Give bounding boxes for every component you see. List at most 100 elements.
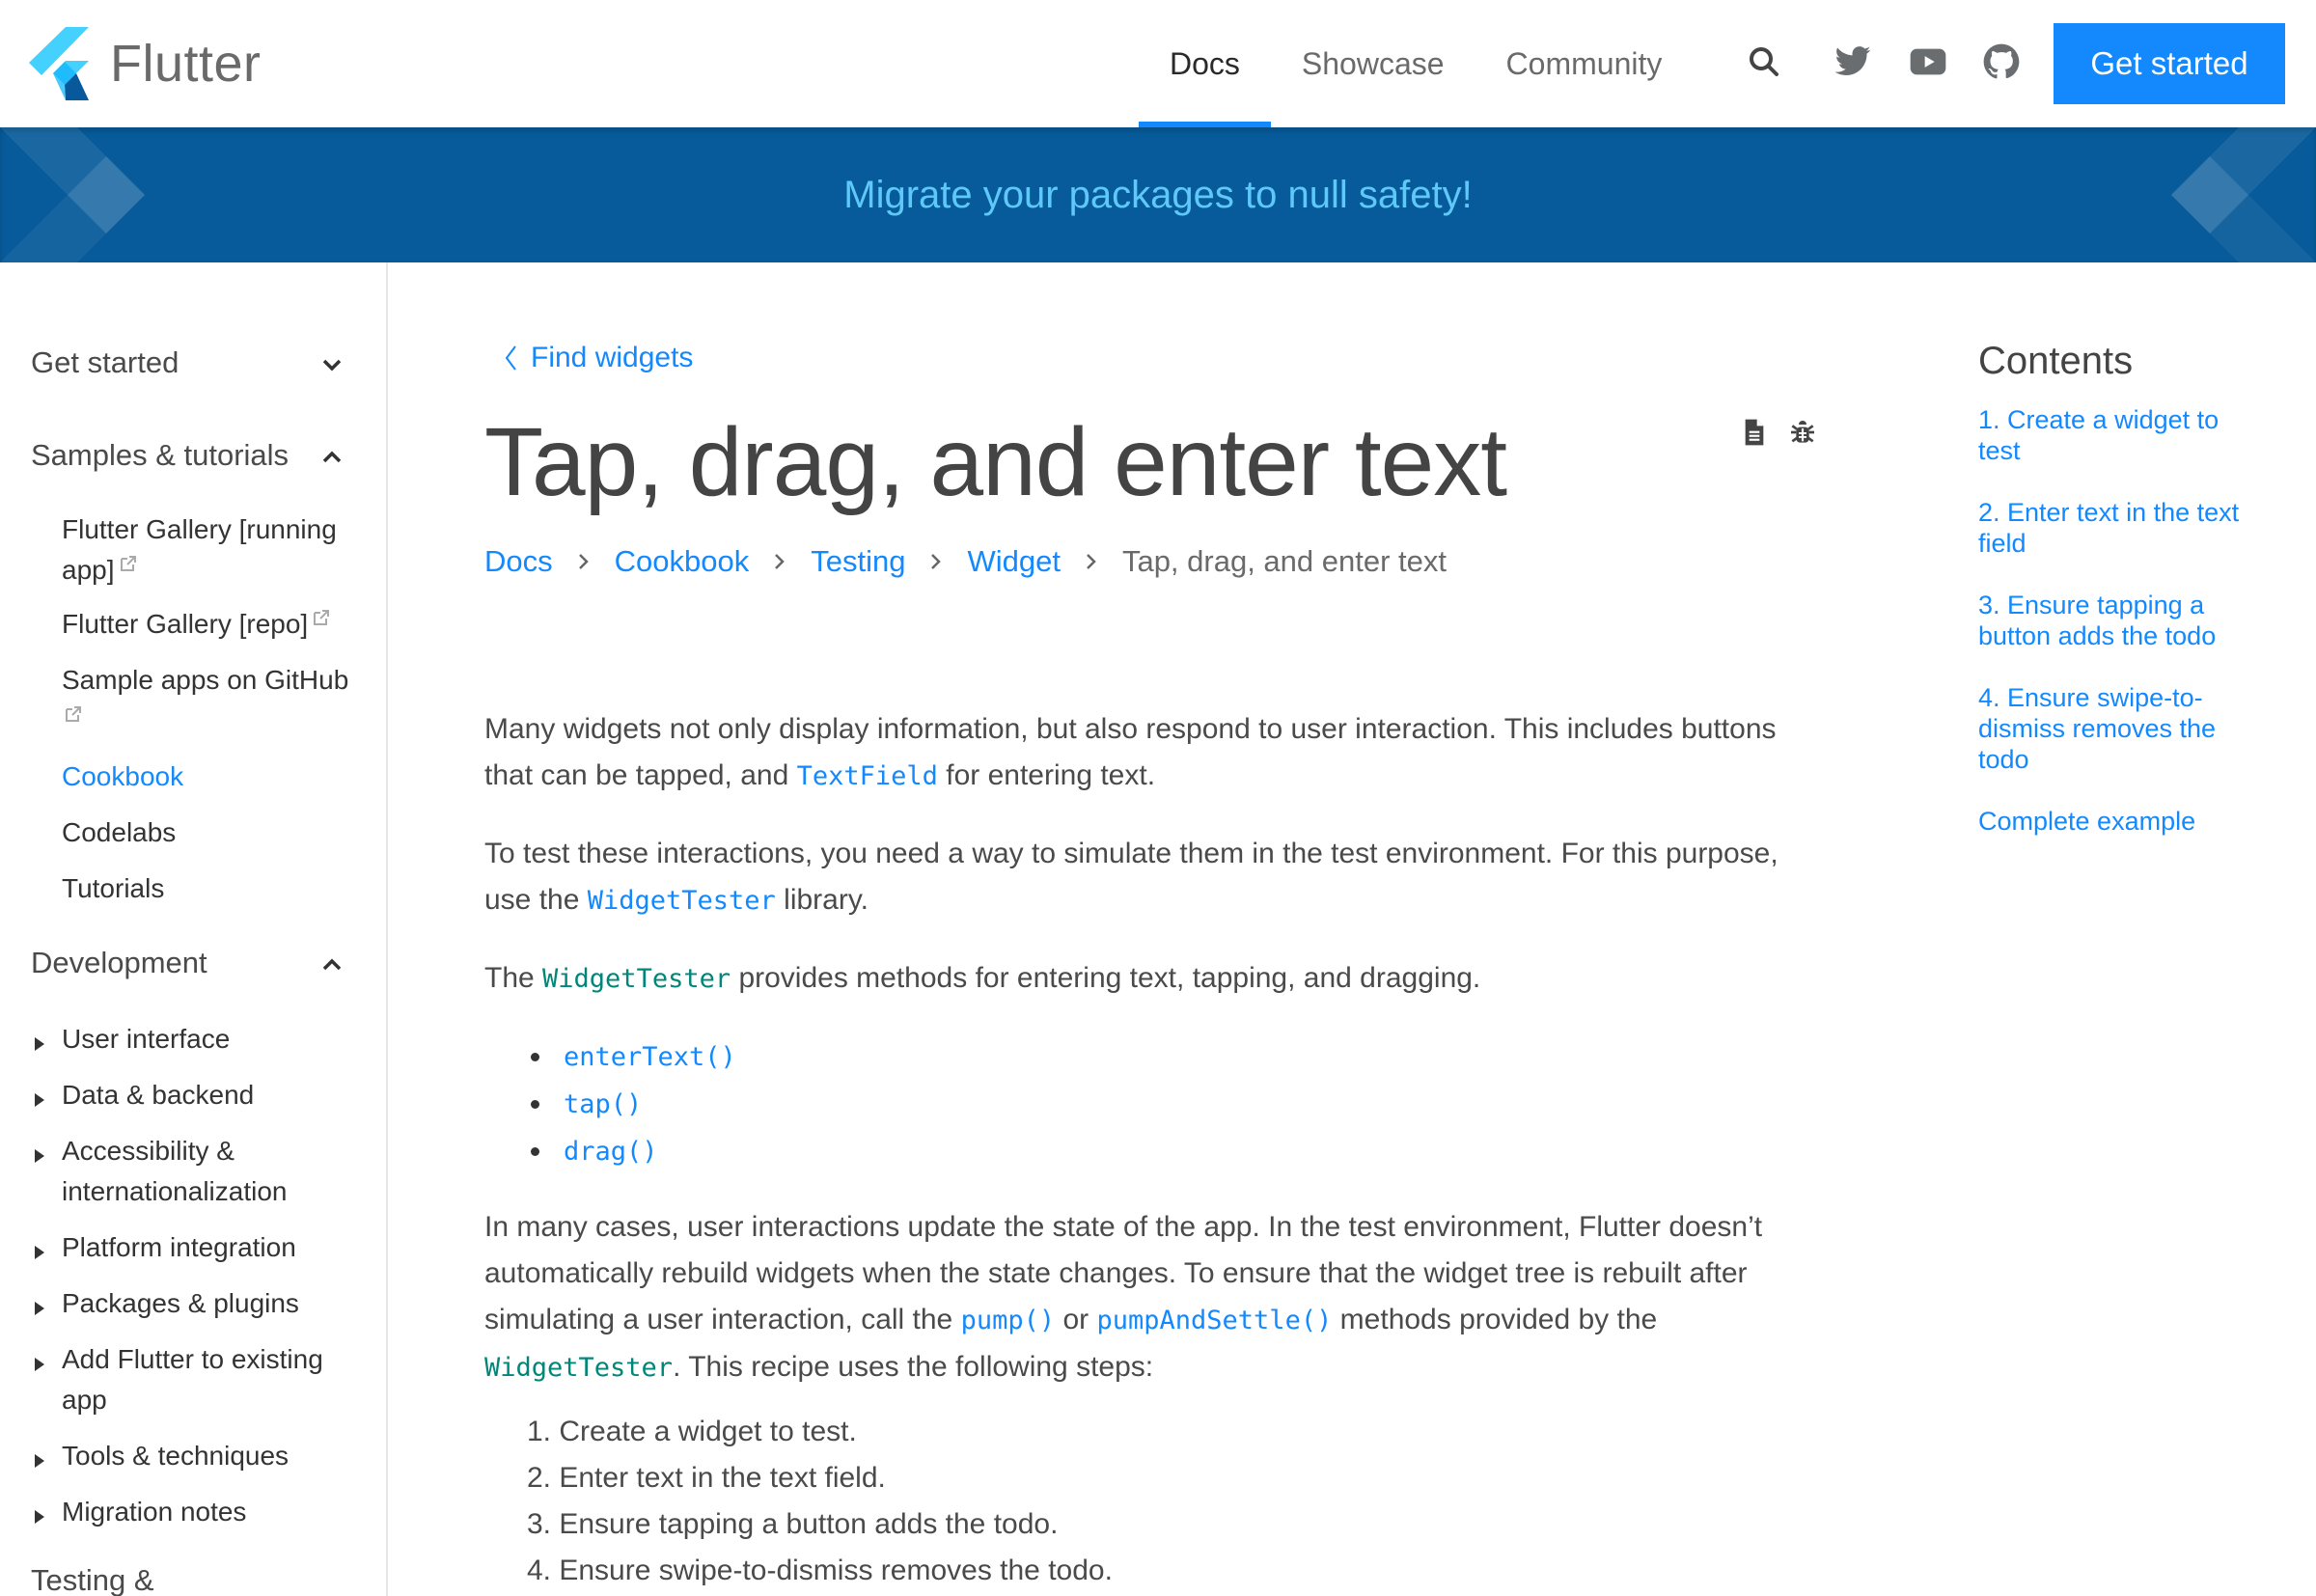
prev-page-link[interactable]: Find widgets [502,342,693,374]
expand-triangle-icon[interactable] [33,1034,46,1054]
sidebar-item-flutter-gallery-app[interactable]: Flutter Gallery [running app] [62,509,351,591]
list-item: enterText() [527,1033,1816,1081]
breadcrumb-cookbook[interactable]: Cookbook [615,544,750,579]
search-button[interactable] [1739,37,1789,87]
list-item: 2. Enter text in the text field. [527,1462,886,1494]
toc-item[interactable]: 3. Ensure tapping a button adds the todo [1978,590,2268,651]
code-method: drag() [564,1137,658,1167]
expand-triangle-icon[interactable] [33,1299,46,1318]
sidebar-item-flutter-gallery-repo[interactable]: Flutter Gallery [repo] [62,604,361,645]
sidebar-item-platform-integration[interactable]: Platform integration [62,1227,371,1268]
breadcrumb-widget[interactable]: Widget [967,544,1060,579]
sidebar-section-get-started[interactable]: Get started [31,345,179,380]
code-widgettester: WidgetTester [542,964,731,994]
text: or [1055,1304,1097,1335]
chevron-up-icon[interactable] [317,442,347,473]
textfield-link[interactable]: TextField [797,759,938,791]
sidebar-section-label: Samples & tutorials [31,438,290,472]
list-item: drag() [527,1128,1816,1175]
sidebar-item-packages-plugins[interactable]: Packages & plugins [62,1283,371,1324]
external-link-icon [120,556,136,571]
rebuild-paragraph: In many cases, user interactions update … [484,1204,1816,1391]
text: . This recipe uses the following steps: [673,1351,1154,1383]
chevron-right-icon [775,554,786,569]
steps-list: 1. Create a widget to test. 2. Enter tex… [527,1409,1816,1594]
widgettester-link[interactable]: WidgetTester [588,884,776,916]
code-method: tap() [564,1089,643,1119]
sidebar-item-data-backend[interactable]: Data & backend [62,1075,371,1115]
toc-item[interactable]: 2. Enter text in the text field [1978,497,2268,559]
chevron-down-icon[interactable] [317,349,347,380]
sidebar-section-development[interactable]: Development [31,946,207,980]
entertext-link[interactable]: enterText() [564,1040,736,1072]
sidebar-item-add-to-app[interactable]: Add Flutter to existing app [62,1339,351,1420]
code-pumpandsettle: pumpAndSettle() [1096,1306,1333,1335]
chevron-up-icon[interactable] [317,949,347,980]
sidebar-item-cookbook[interactable]: Cookbook [62,757,361,797]
sidebar-item-migration-notes[interactable]: Migration notes [62,1492,371,1532]
code-widgettester: WidgetTester [587,886,776,916]
chevron-right-icon [1087,554,1096,569]
pump-link[interactable]: pump() [961,1304,1056,1335]
toc-item[interactable]: Complete example [1978,806,2268,837]
pumpandsettle-link[interactable]: pumpAndSettle() [1097,1304,1333,1335]
expand-triangle-icon[interactable] [33,1146,46,1166]
breadcrumb-testing[interactable]: Testing [811,544,905,579]
text: provides methods for entering text, tapp… [731,962,1481,994]
expand-triangle-icon[interactable] [33,1090,46,1110]
sidebar-item-accessibility[interactable]: Accessibility & internationalization [62,1131,303,1212]
simulate-paragraph: To test these interactions, you need a w… [484,831,1816,924]
sidebar-section-label: Testing & [31,1563,154,1596]
table-of-contents: Contents 1. Create a widget to test 2. E… [1978,340,2268,867]
intro-paragraph: Many widgets not only display informatio… [484,706,1816,800]
expand-triangle-icon[interactable] [33,1243,46,1262]
breadcrumb-current: Tap, drag, and enter text [1121,544,1448,578]
drag-link[interactable]: drag() [564,1135,658,1167]
sidebar-item-label: Flutter Gallery [repo] [62,609,309,639]
sidebar-item-tutorials[interactable]: Tutorials [62,868,361,909]
sidebar-section-label: Development [31,946,207,979]
expand-triangle-icon[interactable] [33,1451,46,1471]
twitter-icon [1834,46,1871,75]
toc-item[interactable]: 1. Create a widget to test [1978,404,2268,466]
nav-showcase[interactable]: Showcase [1271,0,1475,127]
flutter-logo-link[interactable]: Flutter [29,27,262,100]
view-source-button[interactable] [1739,417,1770,448]
page-actions [1739,417,1818,448]
chevron-left-icon [505,345,516,371]
methods-paragraph: The WidgetTester provides methods for en… [484,955,1816,1003]
list-item: tap() [527,1081,1816,1128]
expand-triangle-icon[interactable] [33,1507,46,1527]
sidebar-section-samples-tutorials[interactable]: Samples & tutorials [31,438,289,473]
external-link-icon [66,706,81,722]
sidebar-item-sample-apps-github[interactable]: Sample apps on GitHub [62,660,361,741]
text: for entering text. [937,759,1156,791]
document-icon [1745,419,1764,446]
list-item: 3. Ensure tapping a button adds the todo… [527,1508,1059,1540]
chevron-right-icon [931,554,942,569]
github-link[interactable] [1976,37,2026,87]
expand-triangle-icon[interactable] [33,1355,46,1374]
null-safety-banner-link[interactable]: Migrate your packages to null safety! [0,127,2316,262]
sidebar-section-testing[interactable]: Testing & [31,1563,154,1596]
tap-link[interactable]: tap() [564,1087,642,1119]
breadcrumb-docs[interactable]: Docs [484,544,553,579]
text: methods provided by the [1332,1304,1658,1335]
chevron-right-icon [578,554,589,569]
twitter-link[interactable] [1828,37,1878,87]
methods-list: enterText() tap() drag() [527,1033,1816,1175]
sidebar-item-tools-techniques[interactable]: Tools & techniques [62,1436,371,1476]
brand-name: Flutter [110,35,262,93]
sidebar-item-codelabs[interactable]: Codelabs [62,812,361,853]
nav-docs[interactable]: Docs [1139,0,1271,127]
get-started-button[interactable]: Get started [2054,23,2285,104]
code-widgettester: WidgetTester [484,1353,674,1383]
github-icon [1983,43,2020,79]
prev-page-label: Find widgets [531,342,694,373]
nav-community[interactable]: Community [1475,0,1694,127]
sidebar-item-user-interface[interactable]: User interface [62,1019,371,1059]
toc-item[interactable]: 4. Ensure swipe-to-dismiss removes the t… [1978,682,2268,775]
report-bug-button[interactable] [1787,417,1818,448]
sidebar-nav: Get started Samples & tutorials Flutter … [0,262,388,1596]
youtube-link[interactable] [1903,37,1953,87]
